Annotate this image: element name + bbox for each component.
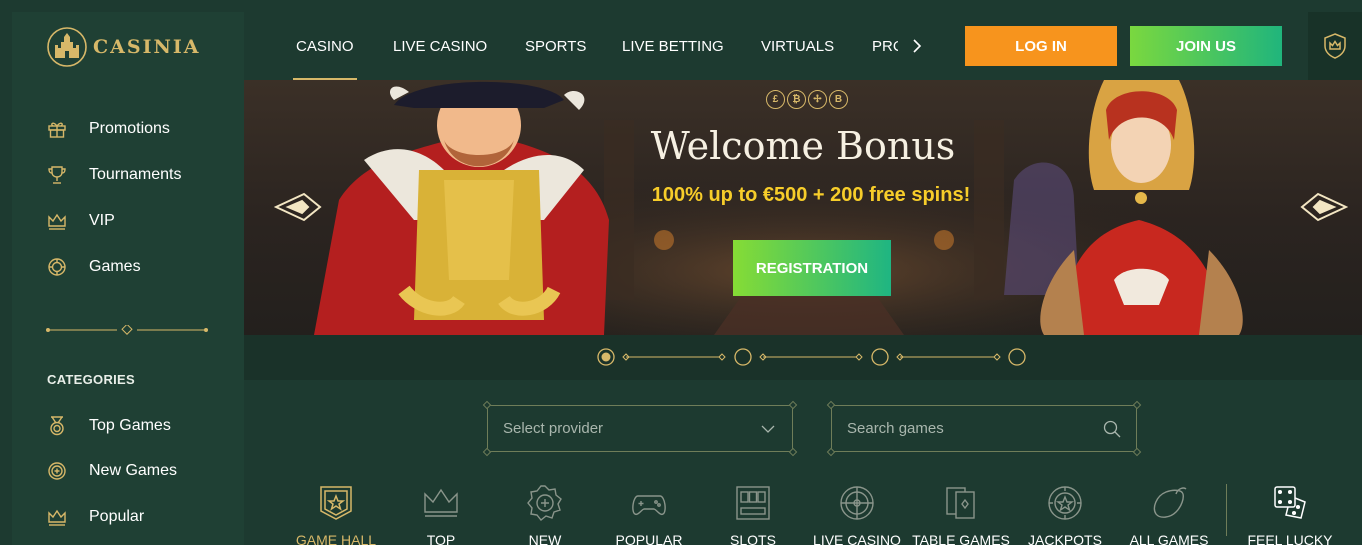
tab-label: FEEL LUCKY [1247,532,1333,545]
join-button[interactable]: JOIN US [1130,26,1282,66]
nav-sports[interactable]: SPORTS [525,12,586,80]
tab-all-games[interactable]: ALL GAMES [1119,480,1219,545]
sidebar-item-label: Popular [89,508,145,525]
search-icon [1103,420,1121,438]
shield-star-icon [320,486,352,520]
frame-corner [826,447,836,457]
frame-corner [482,400,492,410]
gift-icon [46,118,68,140]
search-input[interactable] [847,420,1087,437]
roulette-icon [840,486,874,520]
sidebar-item-tournaments[interactable]: Tournaments [12,160,244,190]
chevron-down-icon [761,425,775,433]
sidebar-item-games[interactable]: Games [12,252,244,282]
frame-corner [1132,400,1142,410]
vip-shield-button[interactable] [1308,12,1362,80]
crypto-coins: £ ₿ ✢ B [766,90,848,109]
lemon-icon [1153,487,1187,518]
provider-select-placeholder: Select provider [503,420,604,437]
sidebar-item-promotions[interactable]: Promotions [12,114,244,144]
banner-subtitle: 100% up to €500 + 200 free spins! [651,184,971,206]
frame-corner [482,447,492,457]
tab-feel-lucky[interactable]: FEEL LUCKY [1240,480,1340,545]
login-button[interactable]: LOG IN [965,26,1117,66]
nav-chevron-right-icon[interactable] [908,34,926,58]
nav-casino[interactable]: CASINO [293,12,357,80]
crown-icon [46,506,68,528]
banner-artwork [244,80,1362,335]
sidebar-item-label: VIP [89,212,115,229]
trophy-icon [46,164,68,186]
carousel-dot-4[interactable] [1008,348,1026,366]
sidebar-item-label: Tournaments [89,166,182,183]
crown-icon [46,210,68,232]
frame-corner [788,400,798,410]
banner-prev-arrow[interactable] [273,192,322,222]
frame-corner [788,447,798,457]
chip-icon [46,256,68,278]
brand-logo[interactable]: CASINIA [45,22,200,72]
carousel-dot-2[interactable] [734,348,752,366]
search-games-field[interactable] [826,400,1142,457]
games-filter-area: Select provider GAME HALL TOP NEW [244,380,1362,545]
crown-icon [424,488,458,517]
carousel-dots [597,348,1026,366]
castle-logo-icon [47,27,87,67]
nav-live-betting[interactable]: LIVE BETTING [622,12,724,80]
pound-coin-icon: £ [766,90,785,109]
banner-title: Welcome Bonus [650,124,956,168]
tabs-separator [1226,484,1227,536]
carousel-indicators [244,335,1362,380]
gamepad-icon [632,495,666,516]
app-root: CASINIA Promotions Tournaments VIP Games [0,0,1362,545]
sidebar-item-popular[interactable]: Popular [12,502,244,532]
medal-icon [46,415,68,437]
sidebar-item-label: Promotions [89,120,170,137]
sidebar-item-new-games[interactable]: New Games [12,456,244,486]
nav-overflow-clip: PRC [870,12,898,80]
sidebar-item-top-games[interactable]: Top Games [12,411,244,441]
frame-corner [826,400,836,410]
carousel-dot-1[interactable] [597,348,615,366]
bitcoin-coin-icon: ₿ [787,90,806,109]
hero-banner: £ ₿ ✢ B Welcome Bonus 100% up to €500 + … [244,80,1362,335]
dice-icon [1274,486,1306,519]
brand-name: CASINIA [93,36,201,58]
categories-heading: CATEGORIES [47,372,135,387]
plus-chip-icon [46,460,68,482]
crypto-coin-icon: ✢ [808,90,827,109]
top-nav: CASINO LIVE CASINO SPORTS LIVE BETTING V… [244,12,1362,80]
nav-virtuals[interactable]: VIRTUALS [761,12,834,80]
ornament-divider [46,325,208,335]
frame-corner [1132,447,1142,457]
sidebar-item-label: New Games [89,462,178,479]
nav-promotions-truncated[interactable]: PRC [872,12,898,80]
banner-next-arrow[interactable] [1300,192,1349,222]
jackpot-chip-icon [1048,486,1082,520]
sidebar-item-vip[interactable]: VIP [12,206,244,236]
b-coin-icon: B [829,90,848,109]
sidebar-item-label: Games [89,258,141,275]
tab-label: ALL GAMES [1129,532,1209,545]
carousel-dot-3[interactable] [871,348,889,366]
diamond-left-icon [273,192,322,222]
shield-crown-icon [1324,33,1346,59]
diamond-right-icon [1300,192,1349,222]
plus-badge-icon [527,485,562,521]
provider-select[interactable]: Select provider [482,400,798,457]
slot-machine-icon [736,486,770,520]
cards-icon [946,487,975,519]
sidebar-item-label: Top Games [89,417,171,434]
sidebar: CASINIA Promotions Tournaments VIP Games [12,12,244,545]
registration-button[interactable]: REGISTRATION [733,240,891,296]
nav-live-casino[interactable]: LIVE CASINO [393,12,487,80]
